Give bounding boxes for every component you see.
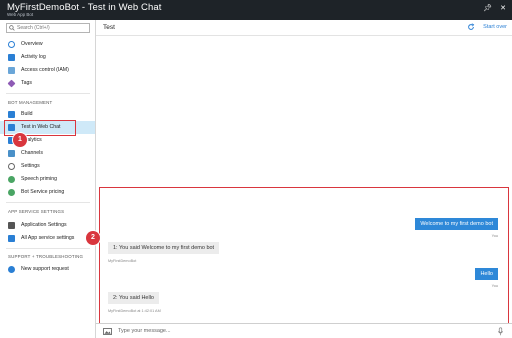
section-heading-bot-management: BOT MANAGEMENT (8, 100, 53, 105)
section-heading-app-service-settings: APP SERVICE SETTINGS (8, 209, 65, 214)
chat-message-user: Welcome to my first demo bot (415, 218, 498, 230)
sidebar-item-label: Bot Service pricing (21, 189, 65, 195)
sidebar-item-channels[interactable]: Channels (0, 147, 95, 160)
sidebar-item-label: All App service settings (21, 235, 75, 241)
activity-log-icon (8, 54, 15, 61)
sidebar-item-all-app-service-settings[interactable]: All App service settings (0, 232, 95, 245)
chat-message-meta: MyFirstDemoBot (108, 259, 137, 263)
start-over-button[interactable]: Start over (483, 24, 507, 30)
microphone-icon[interactable] (498, 327, 503, 336)
test-panel: Test Start over Welcome to my first demo… (86, 20, 512, 338)
support-icon (8, 266, 15, 273)
search-icon (9, 25, 15, 31)
test-panel-header: Test Start over (96, 20, 512, 36)
sidebar-item-bot-service-pricing[interactable]: Bot Service pricing (0, 186, 95, 199)
sidebar-item-settings[interactable]: Settings (0, 160, 95, 173)
message-input[interactable]: Type your message... (118, 328, 171, 334)
sidebar-item-application-settings[interactable]: Application Settings (0, 219, 95, 232)
title-bar: MyFirstDemoBot - Test in Web Chat Web Ap… (0, 0, 512, 20)
chat-message-meta: MyFirstDemoBot at 1:42:01 AM (108, 309, 161, 313)
sidebar: Search (Ctrl+/) Overview Activity log Ac… (0, 20, 96, 338)
sidebar-item-speech-priming[interactable]: Speech priming (0, 173, 95, 186)
section-heading-support: SUPPORT + TROUBLESHOOTING (8, 254, 84, 259)
sidebar-item-label: Channels (21, 150, 43, 156)
sidebar-item-label: Activity log (21, 54, 46, 60)
sidebar-item-label: Settings (21, 163, 40, 169)
divider (6, 93, 90, 94)
sidebar-item-overview[interactable]: Overview (0, 38, 95, 51)
chat-message-meta: You (491, 234, 498, 238)
sidebar-item-label: New support request (21, 266, 69, 272)
speech-priming-icon (8, 176, 15, 183)
sidebar-item-label: Build (21, 111, 33, 117)
all-settings-icon (8, 235, 15, 242)
settings-icon (8, 163, 15, 170)
channels-icon (8, 150, 15, 157)
image-upload-icon[interactable] (103, 328, 112, 335)
sidebar-item-activity-log[interactable]: Activity log (0, 51, 95, 64)
tag-icon (7, 79, 16, 88)
overview-icon (8, 41, 15, 48)
divider (6, 248, 90, 249)
access-control-icon (8, 67, 15, 74)
sidebar-item-label: Access control (IAM) (21, 67, 69, 73)
search-placeholder: Search (Ctrl+/) (17, 25, 50, 31)
chat-message-bot: 2: You said Hello (108, 292, 159, 304)
sidebar-item-label: Tags (21, 80, 32, 86)
build-icon (8, 111, 15, 118)
callout-badge-1: 1 (13, 133, 27, 147)
sidebar-item-label: Speech priming (21, 176, 58, 182)
panel-title: Test (103, 24, 115, 31)
app-settings-icon (8, 222, 15, 229)
callout-badge-2: 2 (86, 231, 100, 245)
divider (6, 202, 90, 203)
sidebar-item-new-support-request[interactable]: New support request (0, 263, 95, 276)
pricing-icon (8, 189, 15, 196)
chat-input-bar: Type your message... (96, 323, 512, 338)
close-icon[interactable]: ✕ (500, 4, 506, 12)
refresh-icon[interactable] (467, 23, 475, 31)
sidebar-item-tags[interactable]: Tags (0, 77, 95, 90)
pin-icon[interactable]: 📌︎ (483, 4, 492, 12)
chat-transcript: Welcome to my first demo bot You 1: You … (99, 187, 509, 338)
chat-message-user: Hello (475, 268, 498, 280)
window-subtitle: Web App Bot (7, 12, 34, 17)
sidebar-item-label: Application Settings (21, 222, 67, 228)
sidebar-item-access-control[interactable]: Access control (IAM) (0, 64, 95, 77)
sidebar-item-label: Overview (21, 41, 43, 47)
chat-message-bot: 1: You said Welcome to my first demo bot (108, 242, 220, 254)
search-input[interactable]: Search (Ctrl+/) (6, 23, 90, 33)
chat-message-meta: You (491, 284, 498, 288)
